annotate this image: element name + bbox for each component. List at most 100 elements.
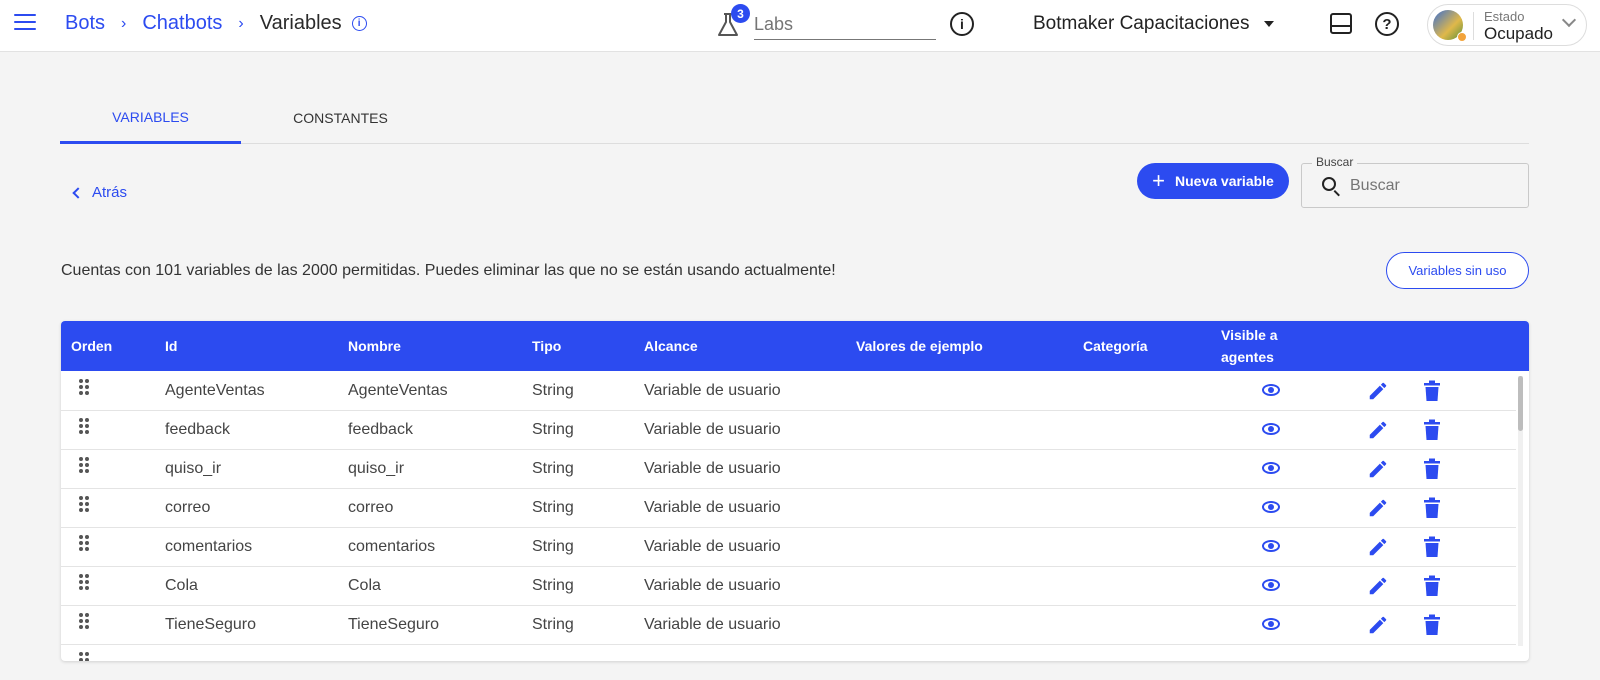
search-label: Buscar	[1312, 155, 1358, 169]
edit-icon[interactable]	[1367, 380, 1389, 402]
breadcrumb: Bots › Chatbots › Variables i	[65, 12, 367, 35]
header-id: Id	[165, 338, 178, 354]
trash-icon[interactable]	[1423, 458, 1441, 480]
table-row: quiso_ir quiso_ir String Variable de usuari…	[61, 449, 1516, 489]
edit-icon[interactable]	[1367, 614, 1389, 636]
chevron-down-icon	[1561, 12, 1577, 28]
chevron-left-icon	[72, 186, 84, 199]
divider	[1473, 12, 1474, 40]
unused-variables-button[interactable]: Variables sin uso	[1386, 252, 1529, 289]
tab-constantes[interactable]: CONSTANTES	[250, 92, 431, 144]
drag-handle-icon[interactable]	[79, 613, 89, 633]
cell-id: AgenteVentas	[165, 382, 265, 399]
drag-handle-icon[interactable]	[79, 379, 89, 399]
edit-icon[interactable]	[1367, 458, 1389, 480]
eye-icon[interactable]	[1262, 384, 1280, 396]
inbox-icon[interactable]	[1330, 13, 1352, 34]
cell-name: TieneSeguro	[348, 616, 440, 633]
header-valores: Valores de ejemplo	[856, 338, 983, 354]
cell-scope: Variable de usuario	[644, 499, 781, 516]
drag-handle-icon[interactable]	[79, 418, 89, 438]
eye-icon[interactable]	[1262, 501, 1280, 513]
cell-id: TieneSeguro	[165, 616, 257, 633]
trash-icon[interactable]	[1423, 536, 1441, 558]
back-link[interactable]: Atrás	[72, 184, 128, 201]
cell-name: quiso_ir	[348, 460, 405, 477]
drag-handle-icon[interactable]	[79, 574, 89, 594]
labs-input[interactable]	[754, 10, 936, 40]
scrollbar[interactable]	[1518, 376, 1523, 646]
cell-name: Cola	[348, 577, 381, 594]
cell-type: String	[532, 382, 574, 399]
cell-type: String	[532, 460, 574, 477]
cell-id: quiso_ir	[165, 460, 222, 477]
cell-id: Cola	[165, 577, 198, 594]
trash-icon[interactable]	[1423, 380, 1441, 402]
labs-badge: 3	[731, 4, 750, 23]
cell-type: String	[532, 616, 574, 633]
help-icon[interactable]: ?	[1375, 12, 1399, 36]
trash-icon[interactable]	[1423, 614, 1441, 636]
table-row: feedback feedback String Variable de usuari…	[61, 410, 1516, 450]
table-row: comentarios comentarios String Variable de …	[61, 527, 1516, 567]
header-categoria: Categoría	[1083, 338, 1148, 354]
eye-icon[interactable]	[1262, 462, 1280, 474]
eye-icon[interactable]	[1262, 618, 1280, 630]
cell-name: comentarios	[348, 538, 436, 555]
status-label: Estado	[1484, 9, 1525, 24]
status-dot	[1457, 32, 1467, 42]
drag-handle-icon[interactable]	[79, 652, 89, 661]
menu-icon[interactable]	[14, 14, 36, 32]
new-variable-label: Nueva variable	[1175, 173, 1274, 189]
header-visible: Visible a agentes	[1221, 327, 1278, 365]
cell-type: String	[532, 499, 574, 516]
search-input[interactable]	[1350, 174, 1520, 198]
table-row: TieneSeguro TieneSeguro String Variable de …	[61, 605, 1516, 645]
search-field: Buscar	[1301, 155, 1529, 208]
trash-icon[interactable]	[1423, 497, 1441, 519]
table-body: AgenteVentas AgenteVentas String Variable d…	[61, 371, 1529, 661]
trash-icon[interactable]	[1423, 419, 1441, 441]
scrollbar-thumb[interactable]	[1518, 376, 1523, 431]
drag-handle-icon[interactable]	[79, 496, 89, 516]
plus-icon: +	[1152, 168, 1165, 193]
account-selector[interactable]: Botmaker Capacitaciones	[1033, 13, 1274, 35]
cell-scope: Variable de usuario	[644, 460, 781, 477]
account-name: Botmaker Capacitaciones	[1033, 13, 1250, 34]
cell-name: AgenteVentas	[348, 382, 448, 399]
cell-id: feedback	[165, 421, 230, 438]
tab-variables[interactable]: VARIABLES	[60, 92, 241, 144]
variables-count-notice: Cuentas con 101 variables de las 2000 pe…	[61, 262, 836, 279]
top-bar: Bots › Chatbots › Variables i 3 i Botmak…	[0, 0, 1600, 52]
drag-handle-icon[interactable]	[79, 535, 89, 555]
new-variable-button[interactable]: + Nueva variable	[1137, 163, 1289, 199]
info-icon[interactable]: i	[950, 12, 974, 36]
eye-icon[interactable]	[1262, 579, 1280, 591]
drag-handle-icon[interactable]	[79, 457, 89, 477]
edit-icon[interactable]	[1367, 419, 1389, 441]
header-alcance: Alcance	[644, 338, 698, 354]
cell-scope: Variable de usuario	[644, 616, 781, 633]
variables-table: Orden Id Nombre Tipo Alcance Valores de …	[61, 321, 1529, 661]
edit-icon[interactable]	[1367, 497, 1389, 519]
table-row: Cola Cola String Variable de usuario	[61, 566, 1516, 606]
eye-icon[interactable]	[1262, 540, 1280, 552]
trash-icon[interactable]	[1423, 575, 1441, 597]
back-label: Atrás	[92, 184, 128, 201]
table-header: Orden Id Nombre Tipo Alcance Valores de …	[61, 321, 1529, 371]
info-icon[interactable]: i	[351, 16, 367, 31]
header-orden: Orden	[71, 338, 113, 354]
cell-type: String	[532, 577, 574, 594]
status-selector[interactable]: Estado Ocupado	[1427, 4, 1587, 46]
eye-icon[interactable]	[1262, 423, 1280, 435]
breadcrumb-chatbots[interactable]: Chatbots	[142, 12, 222, 35]
edit-icon[interactable]	[1367, 575, 1389, 597]
status-value: Ocupado	[1484, 24, 1553, 43]
header-tipo: Tipo	[532, 338, 562, 354]
edit-icon[interactable]	[1367, 536, 1389, 558]
cell-type: String	[532, 421, 574, 438]
page-title: Variables	[259, 12, 342, 34]
cell-name: feedback	[348, 421, 413, 438]
breadcrumb-bots[interactable]: Bots	[65, 12, 105, 35]
cell-scope: Variable de usuario	[644, 577, 781, 594]
